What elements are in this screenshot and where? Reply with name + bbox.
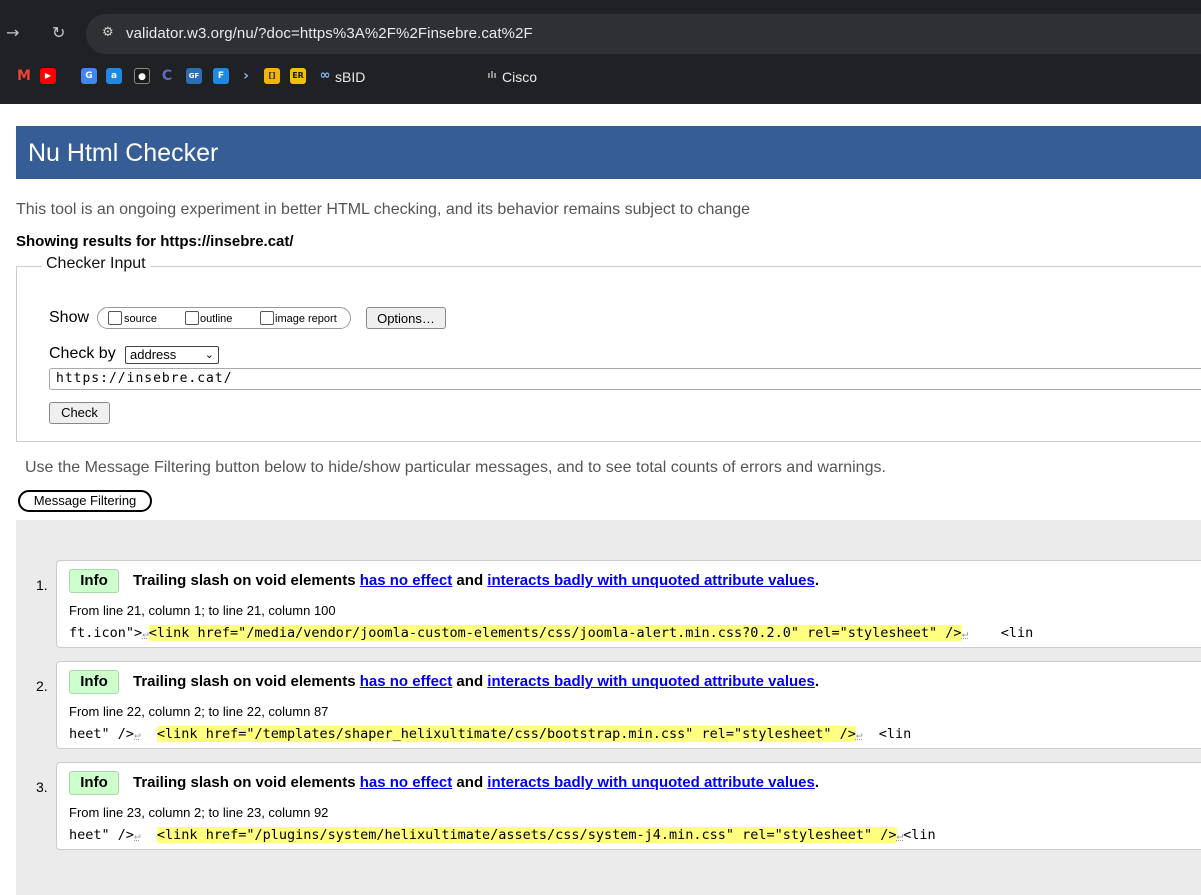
code-extract: heet" />↵ <link href="/templates/shaper_… [69,726,911,742]
unquoted-attributes-link[interactable]: interacts badly with unquoted attribute … [487,572,815,589]
page-title: Nu Html Checker [28,139,219,167]
show-label: Show [49,309,90,326]
chatgpt-icon[interactable]: ● [134,68,150,84]
source-checkbox[interactable] [108,311,122,325]
code-before: heet" /> [69,726,135,742]
title-text: Trailing slash on void elements [133,572,360,589]
bookmarks-bar: M ▶ G a ● C GF F › [] ER ∞ sBID ılı Cisc… [0,66,1201,88]
show-options-group: source outline image report [97,307,351,329]
info-badge: Info [69,771,119,795]
title-end: . [814,572,819,589]
info-badge: Info [69,670,119,694]
message-title: Trailing slash on void elements has no e… [133,673,819,690]
message-number: 1. [36,577,48,593]
check-button[interactable]: Check [49,402,110,424]
has-no-effect-link[interactable]: has no effect [360,572,453,589]
showing-prefix: Showing results for [16,233,161,250]
address-row: → ↻ ⚙ validator.w3.org/nu/?doc=https%3A%… [0,14,1201,54]
check-by-label: Check by [49,345,116,362]
check-by-select[interactable]: address ⌄ [125,346,219,364]
site-settings-icon[interactable]: ⚙ [102,25,120,43]
unquoted-attributes-link[interactable]: interacts badly with unquoted attribute … [487,774,815,791]
message-item: Info Trailing slash on void elements has… [56,560,1201,648]
sbid-icon[interactable]: ∞ [317,68,333,84]
return-icon: ↵ [134,728,141,741]
message-item: Info Trailing slash on void elements has… [56,762,1201,850]
bookmark-cisco-label[interactable]: Cisco [502,69,537,85]
options-button[interactable]: Options… [366,307,446,329]
message-location: From line 21, column 1; to line 21, colu… [69,603,336,618]
has-no-effect-link[interactable]: has no effect [360,673,453,690]
code-highlight: <link href="/templates/shaper_helixultim… [156,726,856,742]
title-text: Trailing slash on void elements [133,673,360,690]
code-before: heet" /> [69,827,135,843]
intro-text: This tool is an ongoing experiment in be… [16,201,751,218]
message-title: Trailing slash on void elements has no e… [133,774,819,791]
checker-input-fieldset: Checker Input Show source outline image … [16,255,1201,442]
message-location: From line 22, column 2; to line 22, colu… [69,704,329,719]
forms-icon[interactable]: F [213,68,229,84]
has-no-effect-link[interactable]: has no effect [360,774,453,791]
browser-chrome: → ↻ ⚙ validator.w3.org/nu/?doc=https%3A%… [0,0,1201,104]
address-text[interactable]: validator.w3.org/nu/?doc=https%3A%2F%2Fi… [126,25,533,42]
header-banner: Nu Html Checker [16,126,1201,179]
showing-results: Showing results for https://insebre.cat/ [16,233,294,250]
check-by-value: address [130,347,177,362]
outline-checkbox[interactable] [185,311,199,325]
address-bar[interactable]: ⚙ validator.w3.org/nu/?doc=https%3A%2F%2… [86,14,1201,54]
return-icon: ↵ [134,829,141,842]
outline-label[interactable]: outline [200,313,232,325]
title-and: and [452,673,488,690]
chevron-down-icon: ⌄ [204,349,214,361]
image-report-label[interactable]: image report [275,313,337,325]
title-end: . [814,774,819,791]
notes-icon[interactable]: [] [264,68,280,84]
code-after: <lin [903,827,936,843]
message-number: 3. [36,779,48,795]
forward-icon[interactable]: → [6,23,19,42]
return-icon: ↵ [855,728,863,741]
gf-icon[interactable]: GF [186,68,202,84]
code-highlight: <link href="/media/vendor/joomla-custom-… [148,625,962,641]
return-icon: ↵ [142,627,149,640]
er-icon[interactable]: ER [290,68,306,84]
arrow-icon[interactable]: › [238,68,254,84]
message-filtering-button[interactable]: Message Filtering [18,490,152,512]
source-label[interactable]: source [124,313,157,325]
moon-icon[interactable]: C [159,68,175,84]
info-badge: Info [69,569,119,593]
unquoted-attributes-link[interactable]: interacts badly with unquoted attribute … [487,673,815,690]
gmail-icon[interactable]: M [16,68,32,84]
image-report-checkbox[interactable] [260,311,274,325]
reload-icon[interactable]: ↻ [52,23,65,42]
code-after: <lin [862,726,912,742]
code-extract: heet" />↵ <link href="/plugins/system/he… [69,827,936,843]
code-extract: ft.icon">↵<link href="/media/vendor/joom… [69,625,1033,641]
checker-legend: Checker Input [42,255,150,273]
youtube-icon[interactable]: ▶ [40,68,56,84]
message-number: 2. [36,678,48,694]
filtering-note: Use the Message Filtering button below t… [25,459,886,476]
message-item: Info Trailing slash on void elements has… [56,661,1201,749]
title-text: Trailing slash on void elements [133,774,360,791]
url-input[interactable]: https://insebre.cat/ [49,368,1201,390]
check-by-row: Check by address ⌄ [49,345,219,364]
results-panel: 1. Info Trailing slash on void elements … [16,520,1201,895]
code-before: ft.icon"> [69,625,143,641]
translate-icon[interactable]: G [81,68,97,84]
message-title: Trailing slash on void elements has no e… [133,572,819,589]
code-after: <lin [968,625,1034,641]
title-end: . [814,673,819,690]
app-icon[interactable]: a [106,68,122,84]
bookmark-sbid-label[interactable]: sBID [335,69,365,85]
showing-url: https://insebre.cat/ [160,233,294,250]
message-location: From line 23, column 2; to line 23, colu… [69,805,329,820]
code-highlight: <link href="/plugins/system/helixultimat… [156,827,897,843]
title-and: and [452,774,488,791]
cisco-icon[interactable]: ılı [484,68,500,84]
title-and: and [452,572,488,589]
